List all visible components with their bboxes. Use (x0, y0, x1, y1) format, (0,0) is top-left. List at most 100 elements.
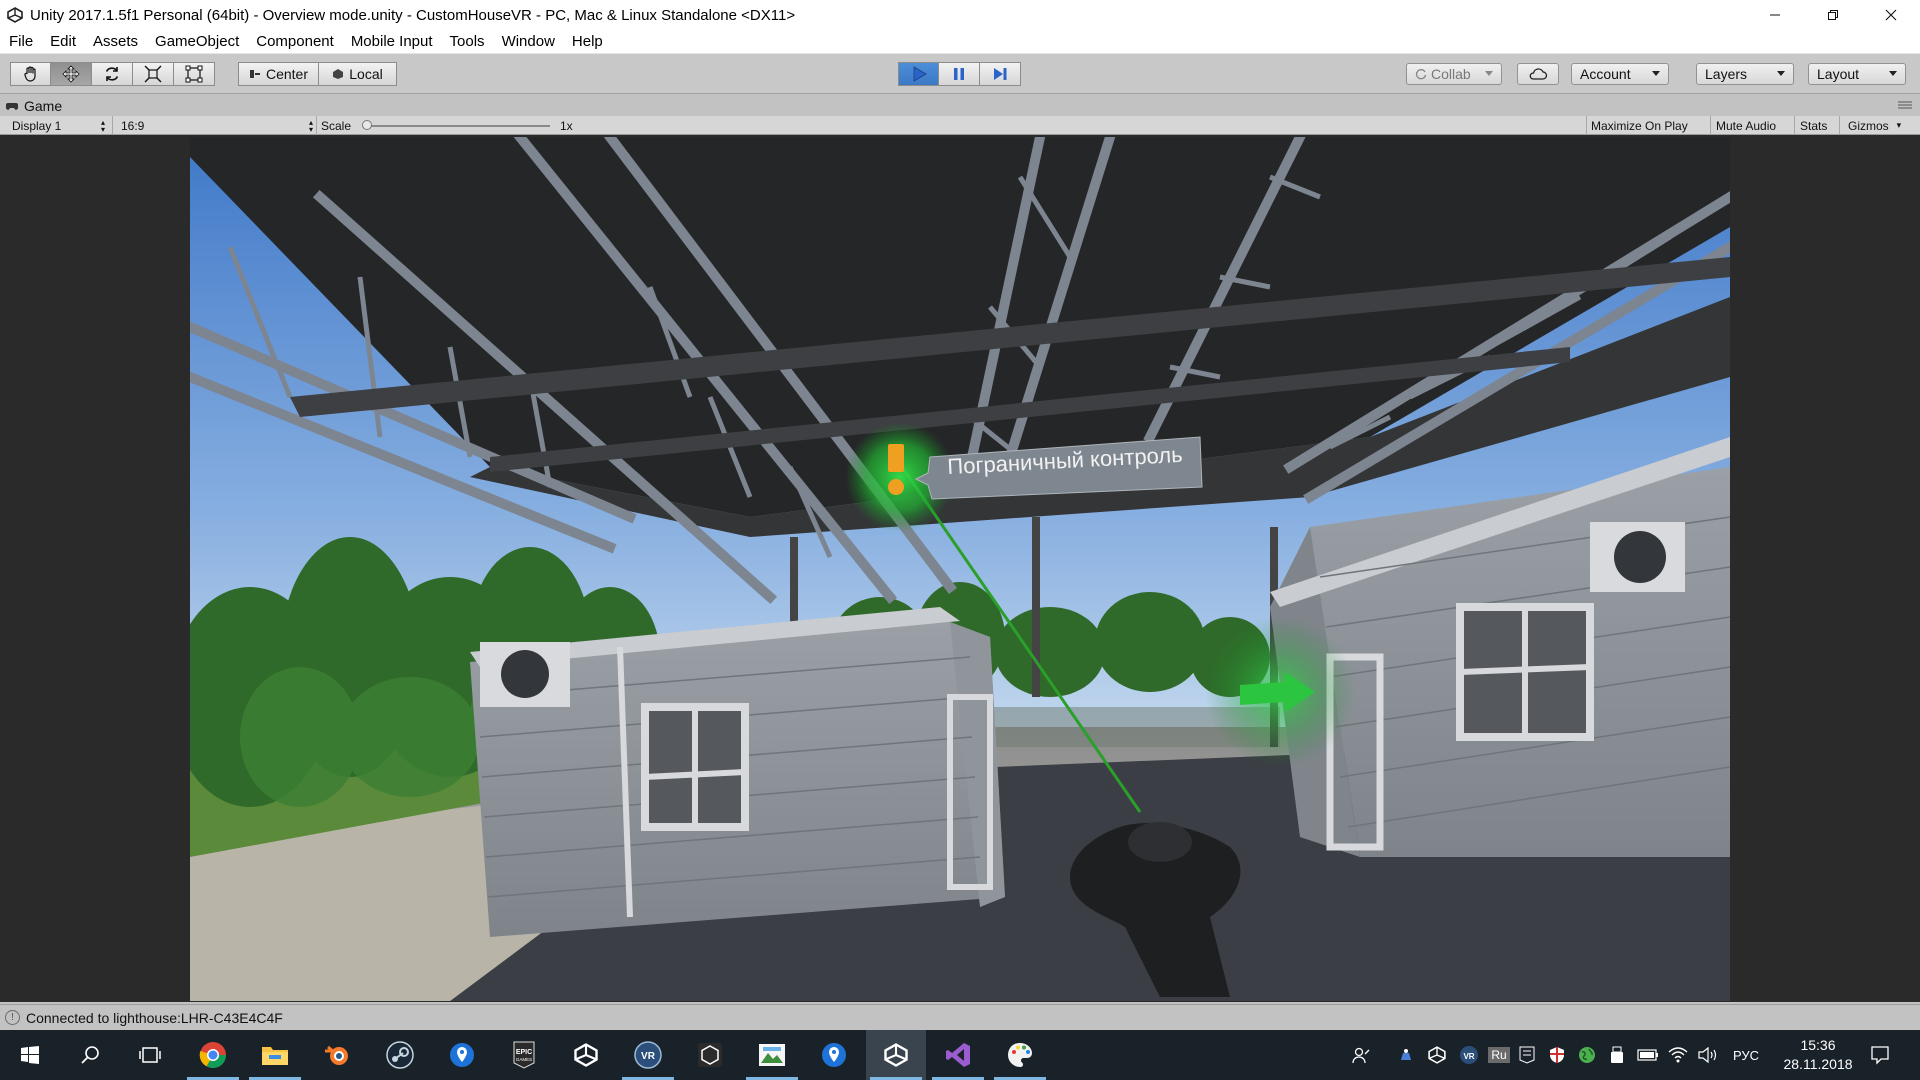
cloud-services-button[interactable] (1517, 63, 1559, 85)
tray-unity[interactable] (1424, 1030, 1450, 1080)
steamvr-icon: VR (634, 1041, 662, 1069)
tray-cloud-app[interactable] (1394, 1030, 1418, 1080)
taskbar-chrome[interactable] (183, 1030, 243, 1080)
unity-icon (698, 1043, 722, 1067)
picture-icon (759, 1044, 785, 1066)
tab-game[interactable]: Game (6, 96, 62, 116)
hand-tool-button[interactable] (10, 62, 51, 86)
rect-transform-icon (185, 65, 203, 83)
svg-text:VR: VR (1463, 1052, 1474, 1061)
game-controller-icon (6, 103, 18, 110)
tray-volume[interactable] (1694, 1030, 1722, 1080)
minimize-icon (1770, 14, 1780, 16)
menu-assets[interactable]: Assets (84, 33, 146, 50)
taskbar-maps-2[interactable] (804, 1030, 864, 1080)
tray-globe[interactable] (1574, 1030, 1600, 1080)
menu-help[interactable]: Help (563, 33, 611, 50)
scale-tool-button[interactable] (133, 62, 174, 86)
tray-input-language[interactable]: РУС (1728, 1030, 1764, 1080)
taskbar-steamvr[interactable]: VR (618, 1030, 678, 1080)
map-pin-icon (450, 1043, 474, 1067)
taskbar-unity-editor[interactable] (866, 1030, 926, 1080)
rotate-tool-button[interactable] (92, 62, 133, 86)
menu-component[interactable]: Component (247, 33, 342, 50)
people-button[interactable] (1346, 1030, 1376, 1080)
taskbar-clock[interactable]: 15:36 28.11.2018 (1778, 1036, 1858, 1074)
action-center-button[interactable] (1858, 1030, 1902, 1080)
tray-wifi[interactable] (1664, 1030, 1692, 1080)
close-button[interactable] (1862, 0, 1920, 30)
playmode-controls (898, 62, 1021, 86)
input-language-label: РУС (1732, 1047, 1760, 1063)
display-select[interactable]: Display 1 ▴ ▾ (12, 116, 105, 135)
taskbar-epic-games[interactable]: EPIC GAMES (494, 1030, 554, 1080)
tray-steamvr[interactable]: VR (1456, 1030, 1482, 1080)
collab-label: Collab (1431, 66, 1471, 82)
mute-audio-toggle[interactable]: Mute Audio (1716, 116, 1776, 135)
taskbar-maps[interactable] (432, 1030, 492, 1080)
play-button[interactable] (898, 62, 939, 86)
pivot-space-button[interactable]: Local (319, 62, 397, 86)
taskbar-steam[interactable] (370, 1030, 430, 1080)
menu-window[interactable]: Window (493, 33, 563, 50)
game-view[interactable]: Пограничный контроль (0, 135, 1920, 1002)
layout-caret-icon (1889, 71, 1897, 76)
divider (1710, 116, 1711, 135)
menu-edit[interactable]: Edit (41, 33, 84, 50)
menu-gameobject[interactable]: GameObject (146, 33, 247, 50)
tray-language-ru[interactable]: Ru (1486, 1030, 1512, 1080)
taskbar-paint[interactable] (990, 1030, 1050, 1080)
minimize-button[interactable] (1746, 0, 1804, 30)
tray-epic[interactable] (1514, 1030, 1540, 1080)
scale-slider-track[interactable] (366, 125, 550, 127)
task-view-button[interactable] (120, 1030, 180, 1080)
stats-toggle[interactable]: Stats (1800, 116, 1827, 135)
main-toolbar: Center Local Collab Account Layers Layou… (0, 54, 1920, 94)
close-icon (1885, 9, 1897, 21)
vr-scene-render[interactable]: Пограничный контроль (190, 137, 1730, 1001)
layout-dropdown[interactable]: Layout (1808, 63, 1906, 85)
scale-value: 1x (560, 118, 573, 133)
rect-tool-button[interactable] (174, 62, 215, 86)
menu-file[interactable]: File (0, 33, 41, 50)
pivot-icon (249, 70, 260, 78)
taskbar-image-viewer[interactable] (742, 1030, 802, 1080)
cloud-icon (1529, 68, 1548, 80)
step-button[interactable] (980, 62, 1021, 86)
tray-app-icon (1401, 1049, 1411, 1060)
menu-tools[interactable]: Tools (441, 33, 493, 50)
status-message[interactable]: Connected to lighthouse:LHR-C43E4C4F (26, 1010, 283, 1026)
pause-button[interactable] (939, 62, 980, 86)
tray-usb[interactable] (1604, 1030, 1630, 1080)
map-pin-icon (822, 1043, 846, 1067)
taskbar-blender[interactable] (307, 1030, 367, 1080)
hand-icon (23, 66, 36, 82)
tray-security[interactable] (1544, 1030, 1570, 1080)
pivot-toggles: Center Local (238, 62, 397, 86)
step-icon (994, 68, 1007, 80)
gizmos-dropdown[interactable]: Gizmos ▾ (1848, 116, 1901, 135)
tray-battery[interactable] (1634, 1030, 1662, 1080)
search-button[interactable] (60, 1030, 120, 1080)
pivot-center-button[interactable]: Center (238, 62, 319, 86)
scale-slider-thumb[interactable] (362, 120, 372, 130)
account-dropdown[interactable]: Account (1571, 63, 1669, 85)
taskbar-visual-studio[interactable] (928, 1030, 988, 1080)
restore-button[interactable] (1804, 0, 1862, 30)
collab-dropdown[interactable]: Collab (1406, 63, 1502, 85)
taskbar-unity-hub[interactable] (556, 1030, 616, 1080)
move-tool-button[interactable] (51, 62, 92, 86)
divider (1586, 116, 1587, 135)
local-space-icon (333, 69, 344, 79)
tab-menu-icon[interactable] (1898, 100, 1912, 110)
maximize-on-play-toggle[interactable]: Maximize On Play (1591, 116, 1688, 135)
taskbar-unity-editor-2[interactable] (680, 1030, 740, 1080)
taskbar-file-explorer[interactable] (245, 1030, 305, 1080)
start-button[interactable] (0, 1030, 60, 1080)
menu-mobile-input[interactable]: Mobile Input (342, 33, 441, 50)
unity-icon (574, 1043, 598, 1067)
aspect-select[interactable]: 16:9 ▴ ▾ (121, 116, 313, 135)
layers-dropdown[interactable]: Layers (1696, 63, 1794, 85)
display-label: Display 1 (12, 118, 62, 133)
divider (1794, 116, 1795, 135)
